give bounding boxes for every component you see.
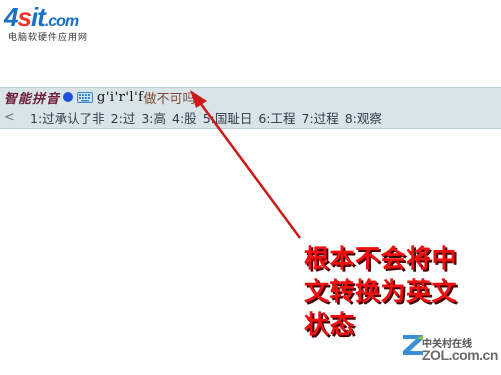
annotation-line: 文转换为英文 — [304, 277, 458, 306]
watermark-en: ZOL.com.cn — [422, 347, 498, 363]
annotation-line: 根本不会将中 — [304, 244, 458, 273]
screenshot-canvas: 4sit.com 电脑软硬件应用网 智能拼音 g'i'r'l'f 做不可吗 < … — [0, 0, 501, 375]
annotation-text: 根本不会将中 文转换为英文 状态 — [304, 242, 458, 341]
zol-watermark: 中关村在线 ZOL.com.cn — [400, 328, 500, 372]
